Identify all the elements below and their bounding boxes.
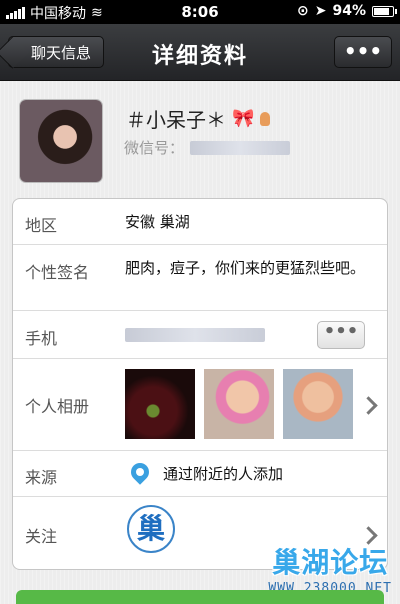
official-account-logo[interactable]: 巢 <box>127 505 175 553</box>
phone-row: 手机 ••• <box>13 311 387 359</box>
status-bar: 中国移动 ≋ 8:06 ⊙ ➤ 94% <box>0 0 400 24</box>
chevron-right-icon <box>359 396 378 415</box>
battery-level <box>374 7 390 15</box>
battery-percent: 94% <box>332 3 366 19</box>
signature-value: 肥肉，痘子，你们来的更猛烈些吧。 <box>125 259 366 277</box>
signature-label: 个性签名 <box>25 263 90 282</box>
album-photo[interactable] <box>204 369 274 439</box>
more-options-button[interactable]: ••• <box>334 36 392 68</box>
region-row: 地区 安徽 巢湖 <box>13 199 387 245</box>
profile-header: ＃小呆子＊ 🎀 微信号： <box>20 100 390 182</box>
details-card: 地区 安徽 巢湖 个性签名 肥肉，痘子，你们来的更猛烈些吧。 手机 ••• 个人… <box>12 198 388 570</box>
region-value: 安徽 巢湖 <box>125 213 190 231</box>
album-row[interactable]: 个人相册 <box>13 359 387 451</box>
location-icon: ➤ <box>314 3 327 19</box>
avatar[interactable] <box>20 100 102 182</box>
phone-number-blurred <box>125 328 265 342</box>
bow-icon: 🎀 <box>232 108 255 129</box>
album-photo[interactable] <box>283 369 353 439</box>
battery-icon <box>372 5 397 17</box>
album-photo[interactable] <box>125 369 195 439</box>
phone-label: 手机 <box>25 329 58 348</box>
wechat-id-label: 微信号： <box>124 139 185 157</box>
source-row: 来源 通过附近的人添加 <box>13 451 387 497</box>
source-label: 来源 <box>25 468 58 487</box>
female-icon <box>260 111 271 126</box>
region-label: 地区 <box>25 216 58 235</box>
rotation-lock-icon: ⊙ <box>297 3 309 19</box>
watermark-title: 巢湖论坛 <box>272 546 389 579</box>
album-label: 个人相册 <box>25 397 90 416</box>
navigation-bar: 聊天信息 详细资料 ••• <box>0 24 400 81</box>
watermark: 巢湖论坛 WWW.238000.NET <box>268 541 392 596</box>
follow-label: 关注 <box>25 527 58 546</box>
signature-row: 个性签名 肥肉，痘子，你们来的更猛烈些吧。 <box>13 245 387 311</box>
phone-more-button[interactable]: ••• <box>317 321 365 349</box>
wechat-id-blurred <box>190 140 291 155</box>
location-pin-icon <box>127 459 153 485</box>
profile-name: ＃小呆子＊ <box>126 108 226 132</box>
bottom-action-button[interactable] <box>16 590 384 604</box>
source-value: 通过附近的人添加 <box>163 465 284 483</box>
